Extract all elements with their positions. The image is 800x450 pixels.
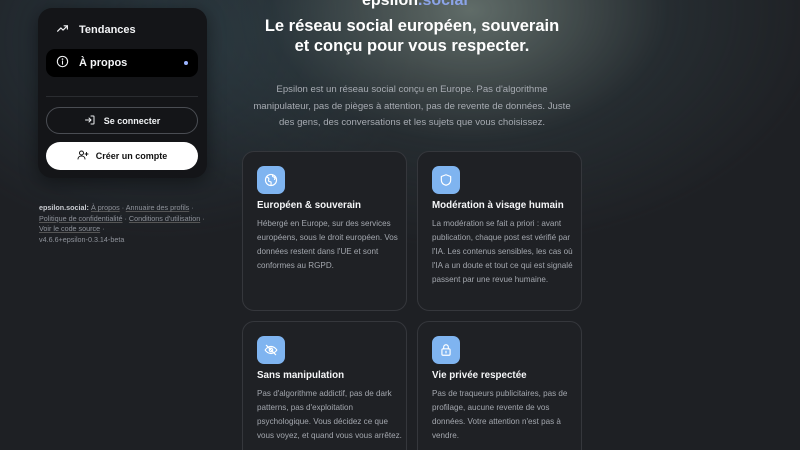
feature-title: Vie privée respectée bbox=[432, 370, 527, 381]
lock-icon bbox=[432, 336, 460, 364]
brand-logo: epsilon.social bbox=[362, 0, 468, 10]
user-plus-icon bbox=[77, 149, 89, 163]
footer-separator: · bbox=[102, 224, 105, 234]
footer-link-privacy[interactable]: Politique de confidentialité bbox=[39, 214, 123, 223]
feature-text: Hébergé en Europe, sur des services euro… bbox=[257, 219, 398, 271]
version-string: v4.6.6+epsilon-0.3.14-beta bbox=[39, 234, 125, 244]
feature-title: Européen & souverain bbox=[257, 200, 361, 211]
footer-link-terms[interactable]: Conditions d'utilisation bbox=[129, 214, 200, 223]
footer-separator: · bbox=[191, 203, 194, 212]
sidebar-divider bbox=[46, 96, 198, 97]
page-title: Le réseau social européen, souverain et … bbox=[264, 17, 560, 55]
sidebar-item-label: À propos bbox=[79, 57, 128, 69]
shield-icon bbox=[432, 166, 460, 194]
footer-separator: · bbox=[202, 213, 205, 223]
create-account-label: Créer un compte bbox=[95, 151, 168, 161]
globe-icon bbox=[257, 166, 285, 194]
sidebar-item-tendances[interactable]: Tendances bbox=[46, 16, 198, 44]
sidebar-card: Tendances À propos Se connecter Créer un… bbox=[38, 8, 207, 178]
login-button[interactable]: Se connecter bbox=[46, 107, 198, 134]
footer-link-source[interactable]: Voir le code source bbox=[39, 224, 100, 233]
feature-card-sans-manipulation: Sans manipulation Pas d'algorithme addic… bbox=[242, 321, 407, 450]
login-button-label: Se connecter bbox=[103, 115, 161, 126]
footer-links: epsilon.social: À propos · Annuaire des … bbox=[39, 203, 207, 245]
login-icon bbox=[84, 114, 96, 128]
feature-text: La modération se fait a priori : avant p… bbox=[432, 219, 573, 285]
hero-description: Epsilon est un réseau social conçu en Eu… bbox=[253, 84, 571, 129]
brand-name: epsilon bbox=[362, 0, 419, 9]
trending-up-icon bbox=[56, 22, 69, 38]
footer-separator: · bbox=[124, 213, 127, 223]
footer-link-directory[interactable]: Annuaire des profils bbox=[126, 203, 190, 212]
feature-card-moderation: Modération à visage humain La modération… bbox=[417, 151, 582, 311]
sidebar-item-label: Tendances bbox=[79, 24, 136, 36]
active-indicator-dot bbox=[184, 61, 188, 65]
footer-brand: epsilon.social: bbox=[39, 203, 89, 212]
feature-card-souverain: Européen & souverain Hébergé en Europe, … bbox=[242, 151, 407, 311]
feature-card-vie-privee: Vie privée respectée Pas de traqueurs pu… bbox=[417, 321, 582, 450]
create-account-button[interactable]: Créer un compte bbox=[46, 142, 198, 170]
eye-off-icon bbox=[257, 336, 285, 364]
feature-title: Modération à visage humain bbox=[432, 200, 564, 211]
info-icon bbox=[56, 55, 69, 71]
feature-text: Pas d'algorithme addictif, pas de dark p… bbox=[257, 389, 402, 441]
sidebar-item-a-propos[interactable]: À propos bbox=[46, 49, 198, 77]
feature-title: Sans manipulation bbox=[257, 370, 345, 381]
brand-tld: .social bbox=[418, 0, 468, 9]
footer-link-about[interactable]: À propos bbox=[91, 203, 120, 212]
footer-separator: · bbox=[121, 203, 125, 212]
feature-text: Pas de traqueurs publicitaires, pas de p… bbox=[432, 389, 568, 441]
